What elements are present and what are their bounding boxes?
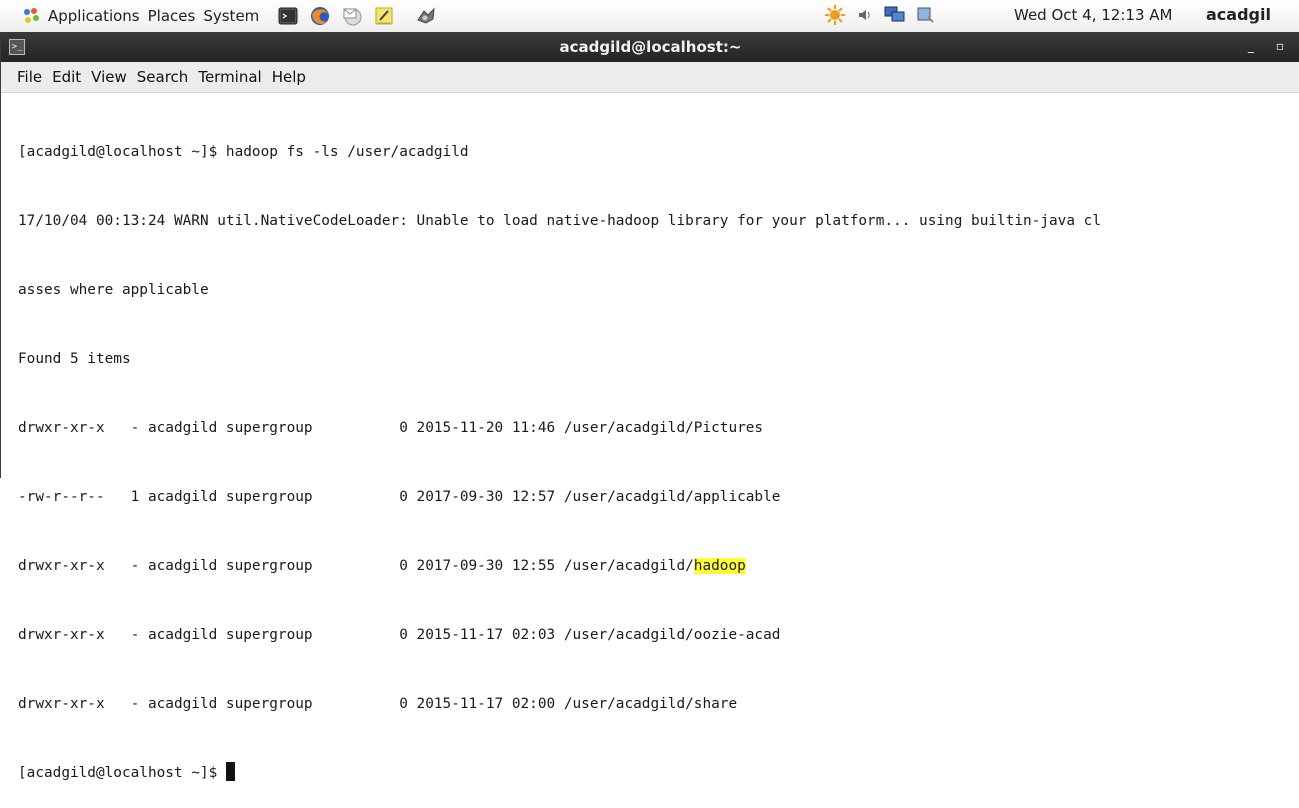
terminal-prompt-line: [acadgild@localhost ~]$ [18,762,1101,785]
window-titlebar[interactable]: >_ acadgild@localhost:~ _ ▫ [1,32,1299,62]
terminal-line: asses where applicable [18,282,209,298]
terminal-line: drwxr-xr-x - acadgild supergroup 0 2015-… [18,627,781,643]
clock[interactable]: Wed Oct 4, 12:13 AM [1014,6,1172,24]
terminal-line: Found 5 items [18,351,131,367]
maximize-button[interactable]: ▫ [1276,39,1284,53]
firefox-icon[interactable] [309,5,331,27]
menu-applications[interactable]: Applications [48,7,140,25]
terminal-line: 17/10/04 00:13:24 WARN util.NativeCodeLo… [18,213,1101,229]
terminal-launcher-icon[interactable] [277,5,299,27]
terminal-output[interactable]: [acadgild@localhost ~]$ hadoop fs -ls /u… [18,95,1101,808]
highlighted-text: hadoop [693,558,746,574]
menu-edit[interactable]: Edit [52,68,81,86]
gnome-foot-icon[interactable] [22,7,40,25]
terminal-line: [acadgild@localhost ~]$ hadoop fs -ls /u… [18,144,469,160]
terminal-line: drwxr-xr-x - acadgild supergroup 0 2015-… [18,696,738,712]
menu-system[interactable]: System [203,7,259,25]
top-panel: Applications Places System Wed Oct 4, 12… [0,0,1299,32]
screenshot-tool-icon[interactable] [415,5,437,27]
battery-power-icon[interactable] [916,5,936,29]
terminal-line: drwxr-xr-x - acadgild supergroup 0 2017-… [18,555,1101,578]
window-title: acadgild@localhost:~ [559,38,742,56]
update-notifier-icon[interactable] [824,4,846,30]
system-tray [824,4,936,30]
text-editor-icon[interactable] [373,5,395,27]
menu-terminal[interactable]: Terminal [198,68,261,86]
mail-client-icon[interactable] [341,5,363,27]
text-cursor [225,762,235,781]
menu-places[interactable]: Places [148,7,196,25]
prompt: [acadgild@localhost ~]$ [18,765,226,781]
terminal-line: -rw-r--r-- 1 acadgild supergroup 0 2017-… [18,489,781,505]
menu-search[interactable]: Search [137,68,189,86]
minimize-button[interactable]: _ [1248,39,1254,53]
menu-help[interactable]: Help [272,68,306,86]
network-icon[interactable] [884,5,906,29]
terminal-line-text: drwxr-xr-x - acadgild supergroup 0 2017-… [18,558,694,574]
user-menu[interactable]: acadgil [1206,5,1271,24]
menu-file[interactable]: File [17,68,42,86]
menubar: File Edit View Search Terminal Help [1,62,1299,93]
menu-view[interactable]: View [91,68,127,86]
volume-icon[interactable] [856,6,874,28]
terminal-line: drwxr-xr-x - acadgild supergroup 0 2015-… [18,420,764,436]
